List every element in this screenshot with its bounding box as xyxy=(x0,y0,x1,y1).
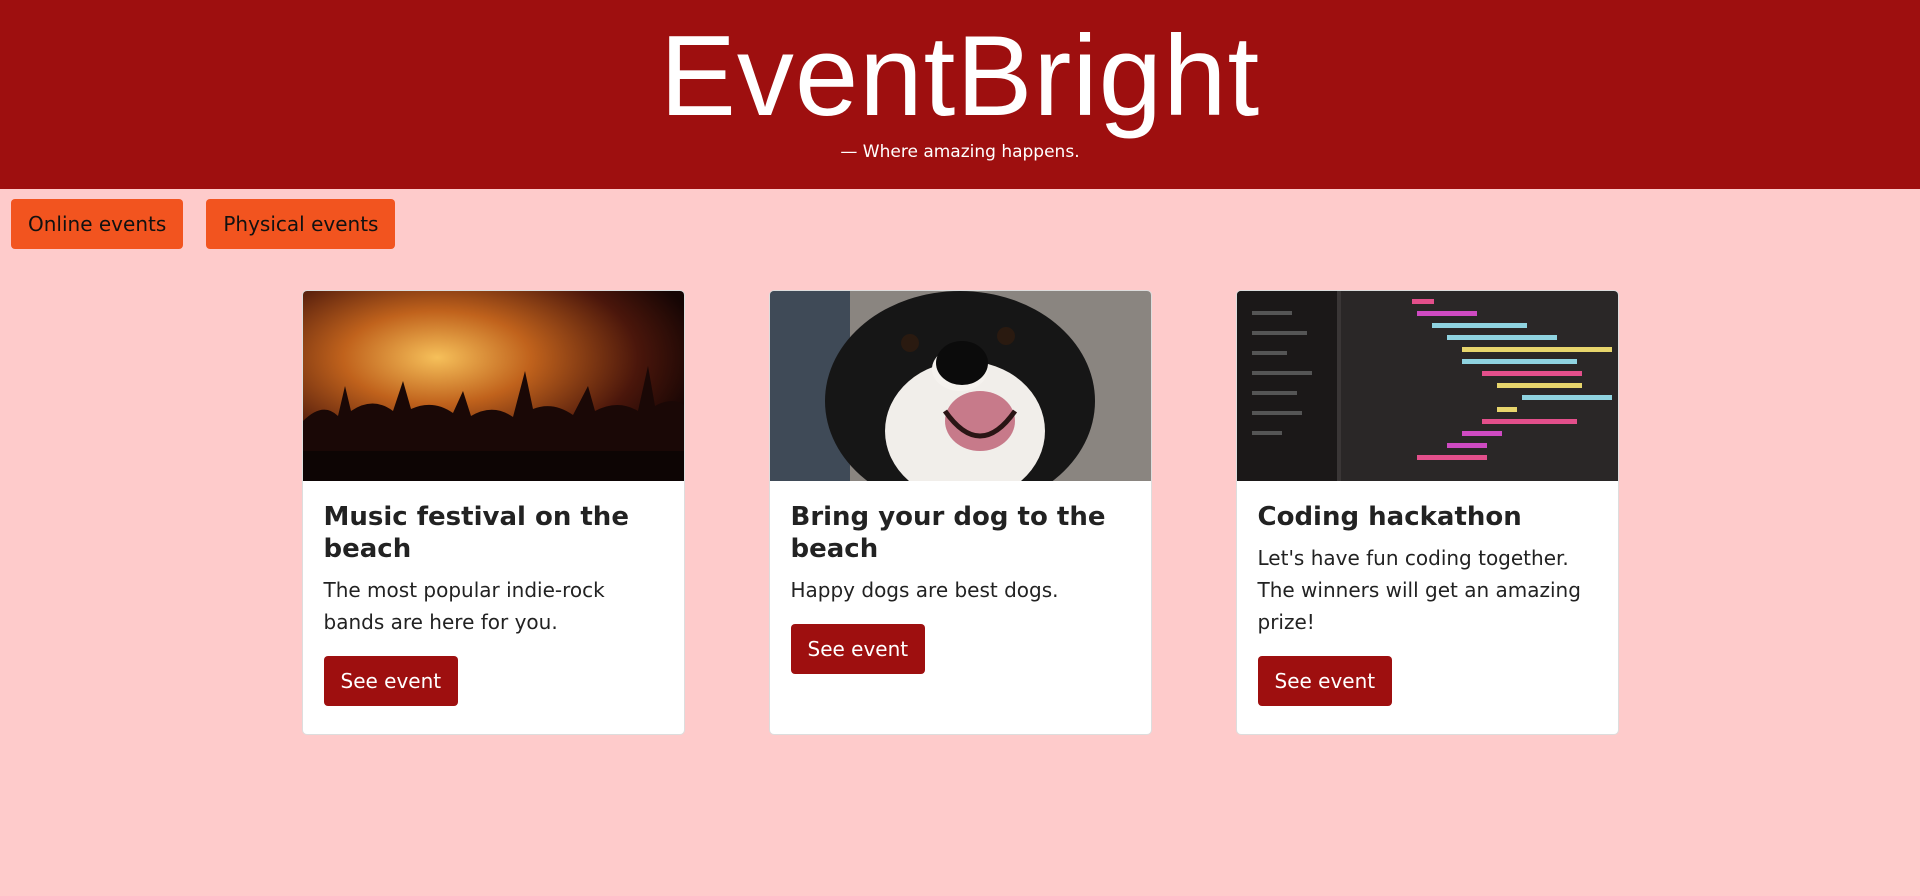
event-card: Coding hackathon Let's have fun coding t… xyxy=(1235,290,1619,735)
dog-image xyxy=(769,291,1151,481)
event-description: The most popular indie-rock bands are he… xyxy=(323,578,605,634)
see-event-button[interactable]: See event xyxy=(790,624,926,674)
see-event-button[interactable]: See event xyxy=(1257,656,1393,706)
site-header: EventBright — Where amazing happens. xyxy=(0,0,1920,189)
event-cards: Music festival on the beach The most pop… xyxy=(0,290,1920,735)
brand-title: EventBright xyxy=(659,13,1261,140)
see-event-button[interactable]: See event xyxy=(323,656,459,706)
event-card: Bring your dog to the beach Happy dogs a… xyxy=(768,290,1152,735)
event-description: Happy dogs are best dogs. xyxy=(790,578,1059,602)
event-description: Let's have fun coding together. The winn… xyxy=(1257,546,1581,634)
online-events-button[interactable]: Online events xyxy=(11,199,184,249)
concert-crowd-image xyxy=(302,291,684,481)
event-title: Coding hackathon xyxy=(1257,502,1522,532)
brand-tagline: — Where amazing happens. xyxy=(840,142,1080,162)
code-screen-image xyxy=(1236,291,1618,481)
event-title: Music festival on the beach xyxy=(323,502,629,564)
event-card: Music festival on the beach The most pop… xyxy=(301,290,685,735)
event-filter-nav: Online events Physical events xyxy=(0,189,1920,257)
event-title: Bring your dog to the beach xyxy=(790,502,1106,564)
physical-events-button[interactable]: Physical events xyxy=(206,199,396,249)
